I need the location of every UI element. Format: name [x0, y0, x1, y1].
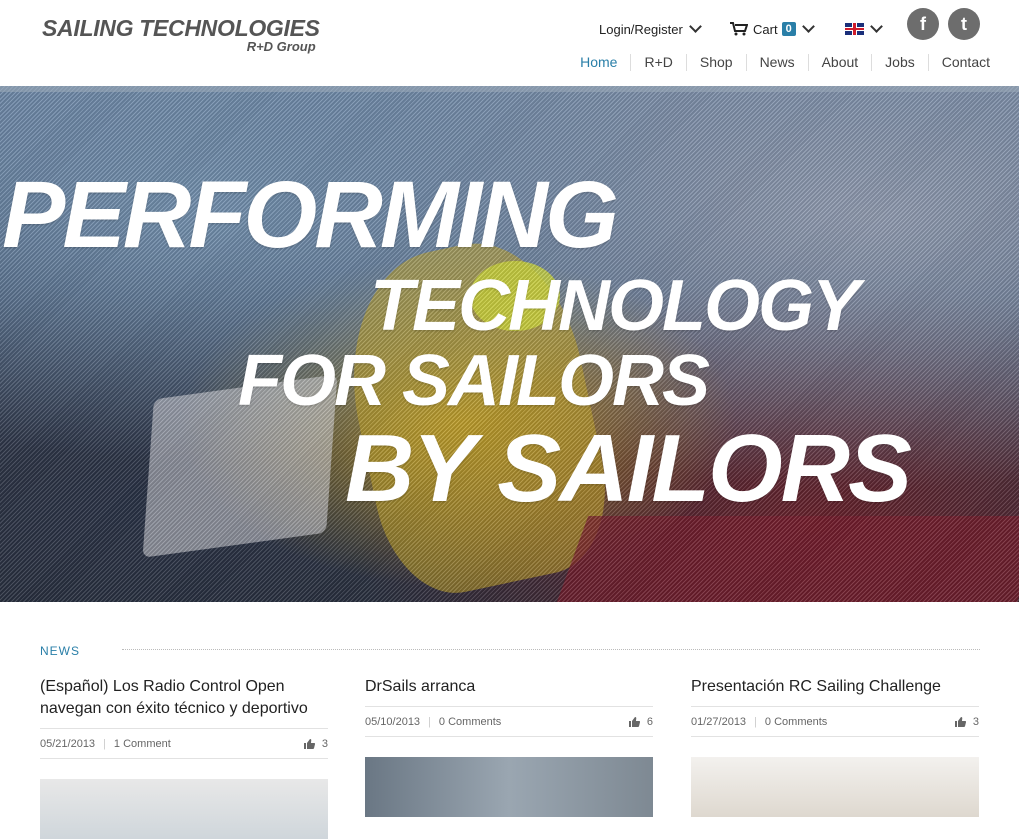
news-post-title[interactable]: Presentación RC Sailing Challenge [691, 676, 979, 706]
nav-item-about[interactable]: About [807, 54, 872, 71]
twitter-glyph: t [961, 13, 967, 34]
nav-item-news[interactable]: News [745, 54, 808, 71]
post-comments-link[interactable]: 1 Comment [114, 738, 171, 750]
meta-separator: | [103, 737, 106, 750]
post-likes-count: 3 [972, 715, 979, 728]
site-header: SAILING TECHNOLOGIES R+D Group Login/Reg… [0, 0, 1019, 86]
chevron-down-icon [801, 20, 815, 33]
main-nav: Home R+D Shop News About Jobs Contact [567, 54, 990, 71]
facebook-icon[interactable]: f [907, 8, 939, 40]
hero-line-1: PERFORMING [2, 162, 619, 268]
cart-icon [730, 22, 748, 36]
hero-line-3: FOR SAILORS [238, 341, 710, 421]
thumbs-up-icon [954, 716, 966, 727]
post-likes[interactable]: 3 [303, 737, 328, 750]
brand-logo[interactable]: SAILING TECHNOLOGIES R+D Group [42, 15, 320, 54]
nav-item-contact[interactable]: Contact [927, 54, 990, 71]
post-comments-link[interactable]: 0 Comments [439, 716, 501, 728]
post-date: 05/10/2013 [365, 715, 421, 728]
news-post: DrSails arranca 05/10/2013 | 0 Comments … [365, 676, 653, 817]
hero-top-strip [0, 86, 1019, 92]
nav-item-shop[interactable]: Shop [685, 54, 746, 71]
brand-name: SAILING TECHNOLOGIES [42, 15, 320, 41]
nav-item-jobs[interactable]: Jobs [871, 54, 928, 71]
news-post-meta: 05/21/2013 | 1 Comment 3 [40, 728, 328, 759]
meta-separator: | [428, 715, 431, 728]
cart-label: Cart [753, 21, 778, 37]
uk-flag-icon [845, 23, 864, 35]
login-register-label: Login/Register [599, 21, 683, 37]
news-post-meta: 05/10/2013 | 0 Comments 6 [365, 706, 653, 737]
news-post-image[interactable] [40, 779, 328, 839]
nav-item-rd[interactable]: R+D [630, 54, 685, 71]
post-likes[interactable]: 3 [954, 715, 979, 728]
login-register-menu[interactable]: Login/Register [599, 18, 702, 40]
hero-line-2: TECHNOLOGY [370, 266, 860, 346]
post-likes-count: 6 [646, 715, 653, 728]
twitter-icon[interactable]: t [948, 8, 980, 40]
nav-item-home[interactable]: Home [567, 54, 630, 71]
cart-count-badge: 0 [781, 22, 796, 36]
heading-divider [122, 649, 980, 650]
post-likes-count: 3 [321, 737, 328, 750]
news-post-meta: 01/27/2013 | 0 Comments 3 [691, 706, 979, 737]
post-comments-link[interactable]: 0 Comments [765, 716, 827, 728]
news-post: (Español) Los Radio Control Open navegan… [40, 676, 328, 839]
cart-menu[interactable]: Cart 0 [730, 18, 815, 40]
news-heading: NEWS [40, 644, 88, 658]
thumbs-up-icon [303, 738, 315, 749]
facebook-glyph: f [920, 13, 926, 34]
chevron-down-icon [870, 20, 883, 33]
post-likes[interactable]: 6 [628, 715, 653, 728]
hero-line-4: BY SAILORS [345, 415, 912, 522]
news-post-image[interactable] [691, 757, 979, 817]
news-post: Presentación RC Sailing Challenge 01/27/… [691, 676, 979, 817]
brand-subtitle: R+D Group [246, 39, 316, 54]
post-date: 05/21/2013 [40, 737, 96, 750]
news-section-heading: NEWS [40, 642, 980, 658]
news-post-title[interactable]: (Español) Los Radio Control Open navegan… [40, 676, 328, 728]
post-date: 01/27/2013 [691, 715, 747, 728]
chevron-down-icon [688, 20, 702, 33]
news-post-image[interactable] [365, 757, 653, 817]
hero-banner: PERFORMING TECHNOLOGY FOR SAILORS BY SAI… [0, 86, 1019, 602]
news-post-title[interactable]: DrSails arranca [365, 676, 653, 706]
thumbs-up-icon [628, 716, 640, 727]
meta-separator: | [754, 715, 757, 728]
language-selector[interactable] [845, 18, 883, 40]
